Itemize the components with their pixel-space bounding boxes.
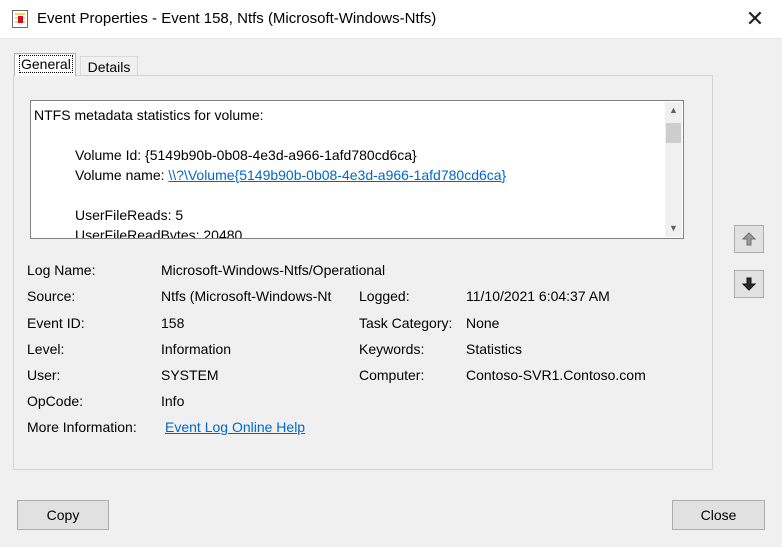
title-bar: Event Properties - Event 158, Ntfs (Micr… bbox=[0, 0, 782, 39]
logged-label: Logged: bbox=[359, 288, 410, 304]
up-arrow-icon bbox=[741, 232, 757, 246]
event-log-online-help-link[interactable]: Event Log Online Help bbox=[165, 418, 305, 436]
event-id-label: Event ID: bbox=[27, 315, 85, 331]
keywords-label: Keywords: bbox=[359, 341, 425, 357]
previous-event-button[interactable] bbox=[734, 225, 764, 253]
vertical-scrollbar[interactable]: ▲ ▼ bbox=[665, 102, 682, 237]
user-file-reads: UserFileReads: 5 bbox=[75, 207, 184, 223]
close-button[interactable]: Close bbox=[672, 500, 765, 530]
volume-name: Volume name: \\?\Volume{5149b90b-0b08-4e… bbox=[34, 165, 654, 185]
computer-value: Contoso-SVR1.Contoso.com bbox=[466, 367, 646, 383]
log-name-label: Log Name: bbox=[27, 262, 96, 278]
user-file-read-bytes: UserFileReadBytes: 20480 bbox=[75, 227, 243, 239]
opcode-value: Info bbox=[161, 393, 185, 409]
close-icon[interactable]: ✕ bbox=[742, 6, 768, 32]
scroll-down-icon[interactable]: ▼ bbox=[665, 220, 682, 237]
event-id-value: 158 bbox=[161, 315, 185, 331]
log-name-value: Microsoft-Windows-Ntfs/Operational bbox=[161, 262, 386, 278]
keywords-value: Statistics bbox=[466, 341, 523, 357]
tab-details[interactable]: Details bbox=[80, 56, 138, 76]
source-label: Source: bbox=[27, 288, 76, 304]
scroll-up-icon[interactable]: ▲ bbox=[665, 102, 682, 119]
volume-name-link[interactable]: \\?\Volume{5149b90b-0b08-4e3d-a966-1afd7… bbox=[168, 167, 506, 183]
user-label: User: bbox=[27, 367, 61, 383]
volume-name-label: Volume name: bbox=[75, 167, 169, 183]
logged-value: 11/10/2021 6:04:37 AM bbox=[466, 288, 610, 304]
next-event-button[interactable] bbox=[734, 270, 764, 298]
tab-general-label: General bbox=[19, 55, 73, 73]
down-arrow-icon bbox=[741, 277, 757, 291]
user-value: SYSTEM bbox=[161, 367, 219, 383]
tab-general[interactable]: General bbox=[14, 53, 76, 76]
task-category-value: None bbox=[466, 315, 500, 331]
window-title: Event Properties - Event 158, Ntfs (Micr… bbox=[37, 10, 437, 27]
volume-id: Volume Id: {5149b90b-0b08-4e3d-a966-1afd… bbox=[75, 147, 417, 163]
opcode-label: OpCode: bbox=[27, 393, 84, 409]
more-information-label: More Information: bbox=[27, 419, 137, 435]
source-value: Ntfs (Microsoft-Windows-Nt bbox=[161, 288, 332, 304]
level-value: Information bbox=[161, 341, 232, 357]
level-label: Level: bbox=[27, 341, 65, 357]
event-description-box[interactable]: NTFS metadata statistics for volume: Vol… bbox=[30, 100, 684, 239]
scroll-thumb[interactable] bbox=[666, 123, 681, 143]
computer-label: Computer: bbox=[359, 367, 425, 383]
description-heading: NTFS metadata statistics for volume: bbox=[34, 107, 264, 123]
task-category-label: Task Category: bbox=[359, 315, 453, 331]
event-viewer-icon bbox=[12, 10, 28, 28]
tab-details-label: Details bbox=[87, 59, 131, 75]
copy-button[interactable]: Copy bbox=[17, 500, 109, 530]
